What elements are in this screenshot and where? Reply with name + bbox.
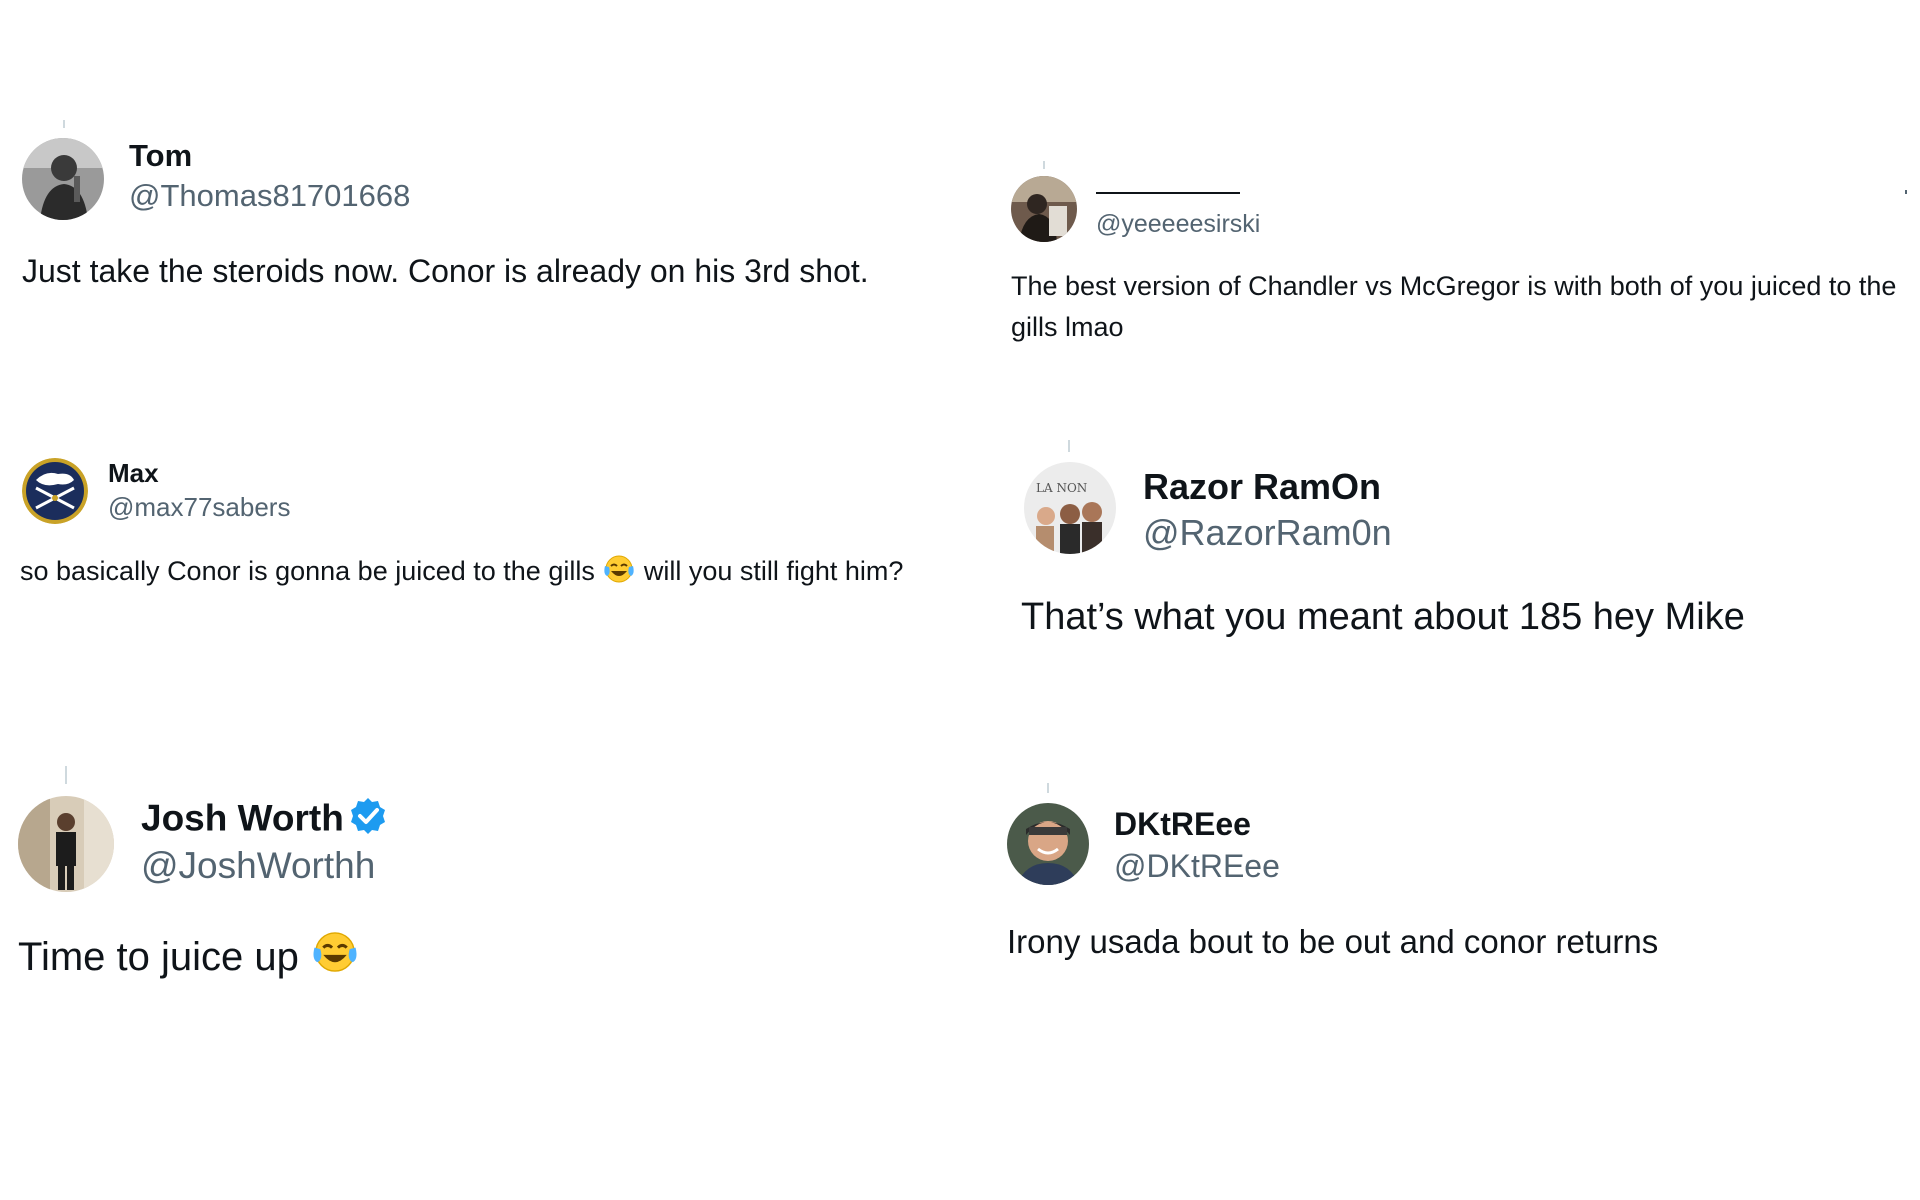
display-name[interactable]: Josh Worth <box>141 796 388 845</box>
svg-text:LA NON: LA NON <box>1036 481 1087 495</box>
display-name[interactable]: DKtREee <box>1114 806 1251 843</box>
user-handle[interactable]: @JoshWorthh <box>141 845 375 887</box>
display-name[interactable]: Tom <box>129 138 192 174</box>
thread-connector <box>65 766 67 784</box>
thread-connector <box>1047 783 1049 793</box>
avatar[interactable] <box>22 458 88 524</box>
avatar[interactable] <box>22 138 104 220</box>
face-with-tears-of-joy-icon <box>602 554 636 596</box>
user-handle[interactable]: @DKtREee <box>1114 848 1280 885</box>
avatar-photo-icon <box>1011 176 1077 242</box>
tweet-text: Time to juice up <box>18 928 918 990</box>
avatar[interactable]: LA NON <box>1024 462 1116 554</box>
avatar-photo-icon: LA NON <box>1024 462 1116 554</box>
display-name-placeholder <box>1096 192 1240 194</box>
avatar-photo-icon <box>22 138 104 220</box>
avatar[interactable] <box>18 796 114 892</box>
tweet-text-part-1: Time to juice up <box>18 935 310 979</box>
avatar-photo-icon <box>18 796 114 892</box>
display-name-text: Josh Worth <box>141 797 344 839</box>
sabres-logo-icon <box>22 458 88 524</box>
tweet-text: Irony usada bout to be out and conor ret… <box>1007 923 1659 960</box>
display-name[interactable]: Razor RamOn <box>1143 466 1381 508</box>
face-with-tears-of-joy-icon <box>310 930 360 990</box>
user-handle[interactable]: @Thomas81701668 <box>129 178 410 214</box>
display-name[interactable]: Max <box>108 458 159 489</box>
avatar-photo-icon <box>1007 803 1089 885</box>
verified-badge-icon <box>348 796 388 845</box>
user-handle[interactable]: @yeeeeesirski <box>1096 210 1260 239</box>
tweet-text: That’s what you meant about 185 hey Mike <box>1021 596 1745 638</box>
avatar[interactable] <box>1007 803 1089 885</box>
thread-connector <box>1043 161 1045 169</box>
tweet-text-part-2: will you still fight him? <box>636 556 904 586</box>
tweet-text: so basically Conor is gonna be juiced to… <box>20 550 980 596</box>
thread-connector <box>1068 440 1070 452</box>
divider-mark <box>1905 190 1907 194</box>
tweet-text-part-1: so basically Conor is gonna be juiced to… <box>20 556 603 586</box>
thread-connector <box>63 120 65 128</box>
avatar[interactable] <box>1011 176 1077 242</box>
tweet-text: Just take the steroids now. Conor is alr… <box>22 253 869 289</box>
tweet-text: The best version of Chandler vs McGregor… <box>1011 271 1897 342</box>
user-handle[interactable]: @RazorRam0n <box>1143 512 1392 554</box>
user-handle[interactable]: @max77sabers <box>108 492 290 523</box>
